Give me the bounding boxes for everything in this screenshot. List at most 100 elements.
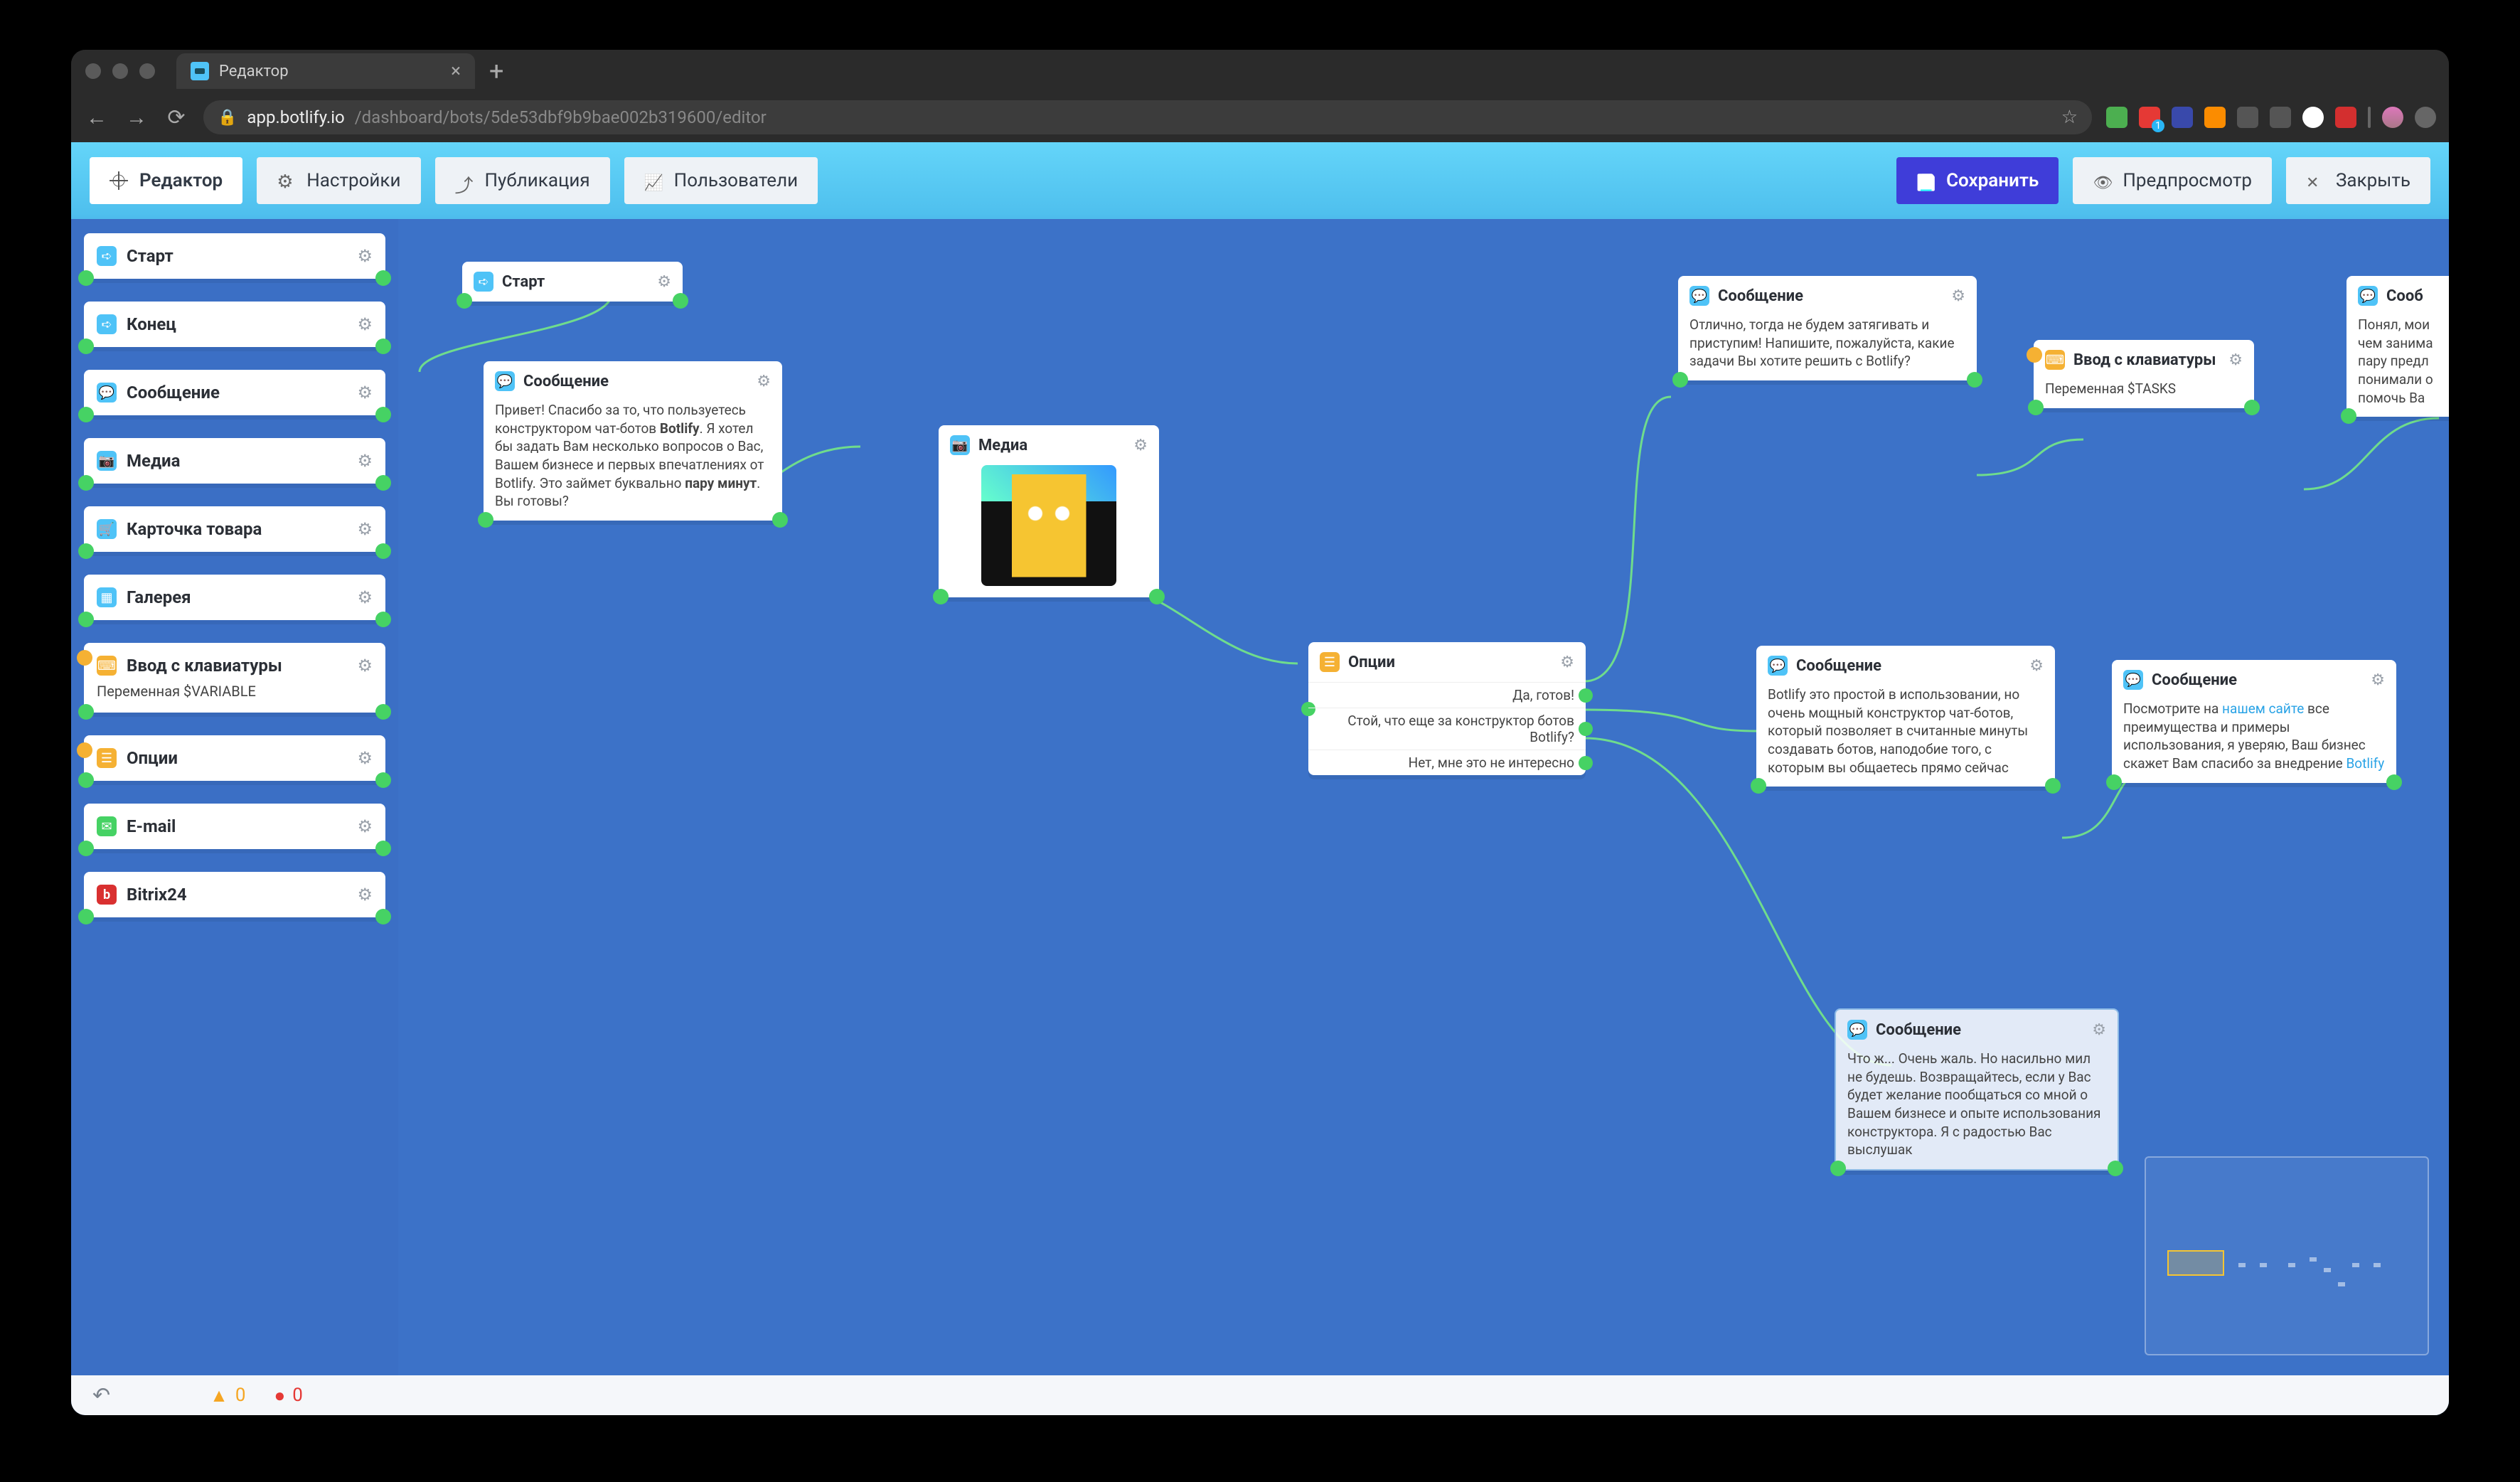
errors-indicator[interactable]: ● 0 xyxy=(274,1385,303,1407)
tab-editor[interactable]: Редактор xyxy=(90,157,242,204)
save-button[interactable]: Сохранить xyxy=(1896,157,2059,204)
gear-icon[interactable]: ⚙ xyxy=(357,587,373,607)
port-in[interactable] xyxy=(457,293,472,309)
extension-icon[interactable] xyxy=(2204,107,2226,128)
forward-button[interactable]: → xyxy=(124,105,149,130)
extension-icon[interactable] xyxy=(2302,107,2324,128)
sidebar-block-card[interactable]: Карточка товара⚙ xyxy=(84,506,385,552)
preview-button[interactable]: Предпросмотр xyxy=(2073,157,2272,204)
node-message-site[interactable]: Сообщение⚙ Посмотрите на нашем сайте все… xyxy=(2112,660,2396,783)
port-in[interactable] xyxy=(2028,400,2044,415)
port-out[interactable] xyxy=(1579,722,1593,736)
node-message-tasks[interactable]: Сообщение⚙ Отлично, тогда не будем затяг… xyxy=(1678,276,1977,380)
gear-icon[interactable]: ⚙ xyxy=(357,246,373,266)
menu-button[interactable] xyxy=(2415,107,2436,128)
gear-icon[interactable]: ⚙ xyxy=(2228,351,2243,369)
node-keyboard-input[interactable]: Ввод с клавиатуры⚙ Переменная $TASKS xyxy=(2034,340,2254,408)
gear-icon[interactable]: ⚙ xyxy=(1560,654,1574,671)
port-out[interactable] xyxy=(375,841,391,856)
extension-icon[interactable] xyxy=(2172,107,2193,128)
port-in[interactable] xyxy=(933,589,949,604)
port-in[interactable] xyxy=(78,543,94,559)
port-in[interactable] xyxy=(78,475,94,491)
sidebar-block-kb[interactable]: Ввод с клавиатуры⚙Переменная $VARIABLE xyxy=(84,643,385,713)
node-message-clipped[interactable]: Сооб Понял, мои чем занима пару предл по… xyxy=(2347,276,2449,417)
port-in[interactable] xyxy=(78,772,94,788)
profile-avatar[interactable] xyxy=(2382,107,2403,128)
gear-icon[interactable]: ⚙ xyxy=(2092,1021,2106,1039)
option-row[interactable]: Да, готов! xyxy=(1308,682,1586,708)
node-message-intro[interactable]: Сообщение⚙ Привет! Спасибо за то, что по… xyxy=(484,361,782,521)
gear-icon[interactable]: ⚙ xyxy=(1951,287,1965,305)
port-in[interactable] xyxy=(1751,778,1766,794)
sidebar-block-mail[interactable]: E-mail⚙ xyxy=(84,804,385,849)
extension-icon[interactable] xyxy=(2270,107,2291,128)
gear-icon[interactable]: ⚙ xyxy=(757,373,771,390)
blocks-sidebar[interactable]: Старт⚙ Конец⚙ Сообщение⚙ Медиа⚙ Карточка тов… xyxy=(71,219,398,1375)
close-window-button[interactable] xyxy=(85,63,101,79)
port-in[interactable] xyxy=(78,704,94,720)
port-in[interactable] xyxy=(78,909,94,924)
sidebar-block-flow[interactable]: Старт⚙ xyxy=(84,233,385,279)
port-out[interactable] xyxy=(375,543,391,559)
node-options[interactable]: Опции⚙ Да, готов! Стой, что еще за конст… xyxy=(1308,642,1586,775)
bookmark-star-icon[interactable]: ☆ xyxy=(2061,107,2078,128)
undo-button[interactable]: ↶ xyxy=(92,1383,110,1408)
gear-icon[interactable]: ⚙ xyxy=(357,519,373,539)
port-out[interactable] xyxy=(2045,778,2061,794)
new-tab-button[interactable]: + xyxy=(489,56,503,86)
port-out[interactable] xyxy=(772,512,788,528)
minimize-window-button[interactable] xyxy=(112,63,128,79)
port-out[interactable] xyxy=(2386,774,2402,790)
extension-icon[interactable] xyxy=(2106,107,2127,128)
option-row[interactable]: Нет, мне это не интересно xyxy=(1308,750,1586,775)
close-button[interactable]: Закрыть xyxy=(2286,157,2430,204)
warnings-indicator[interactable]: ▲ 0 xyxy=(210,1385,245,1407)
extension-icon[interactable] xyxy=(2139,107,2160,128)
option-row[interactable]: Стой, что еще за конструктор ботов Botli… xyxy=(1308,708,1586,750)
port-out[interactable] xyxy=(375,704,391,720)
gear-icon[interactable]: ⚙ xyxy=(1133,437,1148,454)
port-out[interactable] xyxy=(1579,756,1593,770)
browser-tab[interactable]: Редактор × xyxy=(176,53,475,89)
port-out[interactable] xyxy=(375,270,391,286)
minimap[interactable] xyxy=(2145,1156,2429,1355)
node-message-bye[interactable]: Сообщение⚙ Что ж... Очень жаль. Но насил… xyxy=(1835,1008,2119,1171)
port-out[interactable] xyxy=(375,909,391,924)
maximize-window-button[interactable] xyxy=(139,63,155,79)
port-in-trigger[interactable] xyxy=(2027,347,2042,363)
port-out[interactable] xyxy=(375,612,391,627)
address-bar[interactable]: 🔒 app.botlify.io/dashboard/bots/5de53dbf… xyxy=(203,100,2092,134)
node-start[interactable]: Старт⚙ xyxy=(462,262,683,302)
port-in[interactable] xyxy=(2106,774,2122,790)
sidebar-block-cam[interactable]: Медиа⚙ xyxy=(84,438,385,484)
port-in[interactable] xyxy=(478,512,493,528)
sidebar-block-flow[interactable]: Конец⚙ xyxy=(84,302,385,347)
node-message-about[interactable]: Сообщение⚙ Botlify это простой в использ… xyxy=(1756,646,2055,787)
tab-settings[interactable]: Настройки xyxy=(257,157,420,204)
extension-icon[interactable] xyxy=(2335,107,2356,128)
back-button[interactable]: ← xyxy=(84,105,110,130)
gear-icon[interactable]: ⚙ xyxy=(357,885,373,905)
port-in[interactable] xyxy=(78,270,94,286)
sidebar-block-msg[interactable]: Сообщение⚙ xyxy=(84,370,385,415)
gear-icon[interactable]: ⚙ xyxy=(657,273,671,291)
port-out[interactable] xyxy=(375,407,391,422)
minimap-viewport[interactable] xyxy=(2167,1250,2224,1276)
gear-icon[interactable]: ⚙ xyxy=(357,314,373,334)
gear-icon[interactable]: ⚙ xyxy=(357,383,373,403)
port-in[interactable] xyxy=(78,338,94,354)
sidebar-block-opt[interactable]: Опции⚙ xyxy=(84,735,385,781)
port-out[interactable] xyxy=(375,475,391,491)
sidebar-block-bx[interactable]: Bitrix24⚙ xyxy=(84,872,385,917)
port-out[interactable] xyxy=(1579,688,1593,703)
tab-close-icon[interactable]: × xyxy=(451,60,461,82)
port-out[interactable] xyxy=(1149,589,1165,604)
port-out[interactable] xyxy=(673,293,688,309)
gear-icon[interactable]: ⚙ xyxy=(357,451,373,471)
gear-icon[interactable]: ⚙ xyxy=(357,748,373,768)
tab-users[interactable]: Пользователи xyxy=(624,157,818,204)
port-in[interactable] xyxy=(78,841,94,856)
port-in[interactable] xyxy=(2341,408,2356,424)
port-in-trigger[interactable] xyxy=(77,742,92,758)
